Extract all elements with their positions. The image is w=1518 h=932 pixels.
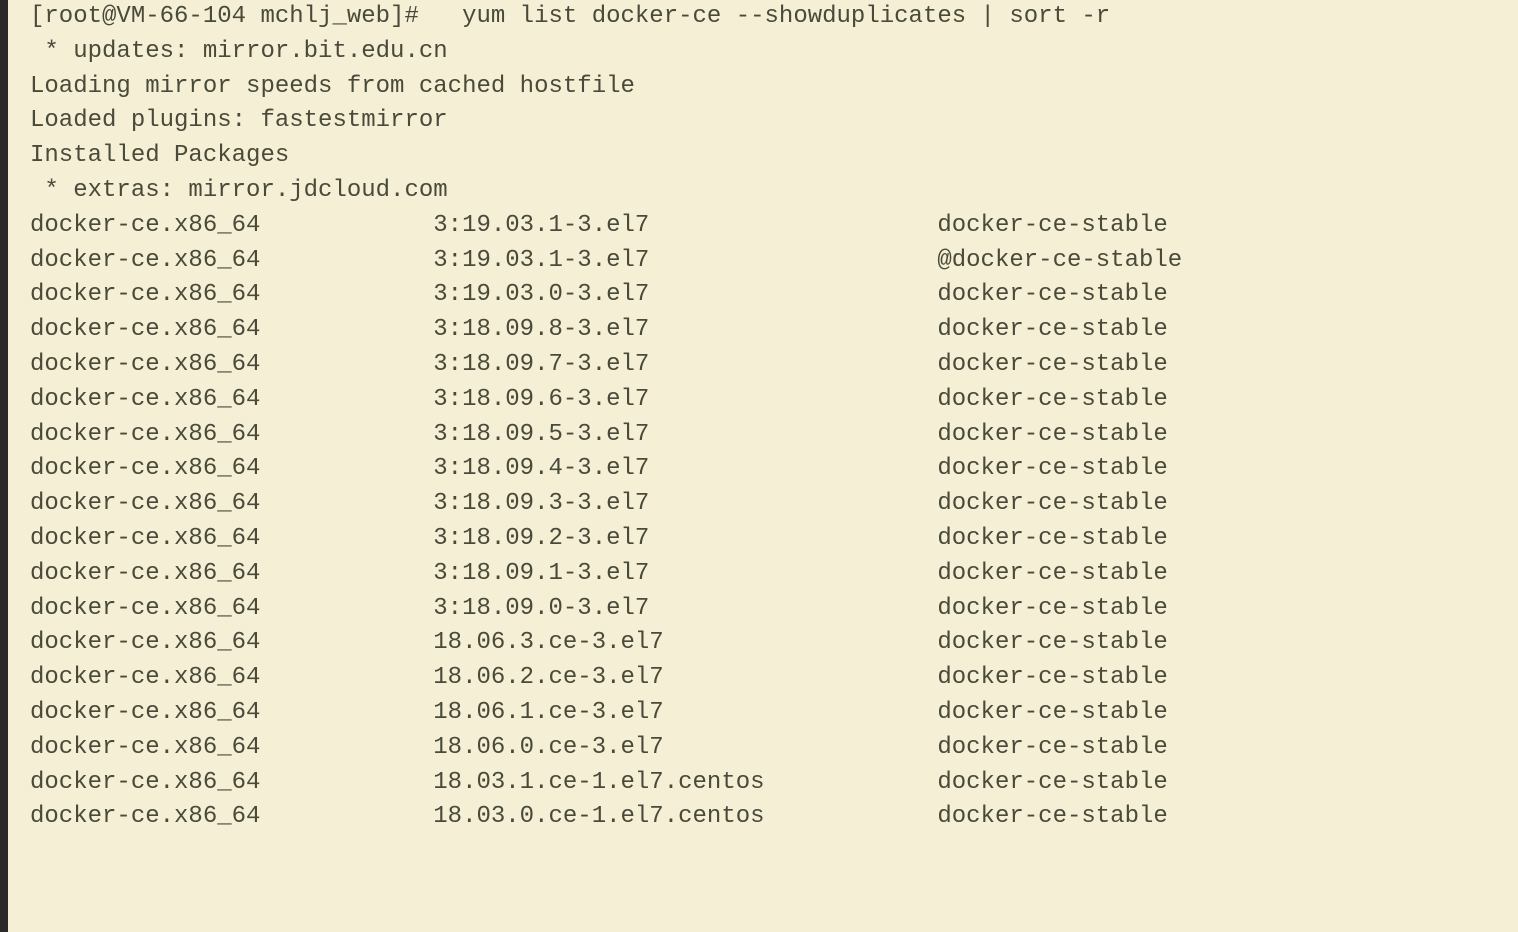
package-name: docker-ce.x86_64 xyxy=(30,452,433,487)
terminal-window[interactable]: [root@VM-66-104 mchlj_web]# yum list doc… xyxy=(0,0,1518,932)
output-line: Loading mirror speeds from cached hostfi… xyxy=(30,70,1518,105)
package-version: 3:18.09.1-3.el7 xyxy=(433,557,937,592)
editor-gutter xyxy=(0,0,8,932)
package-repo: docker-ce-stable xyxy=(937,522,1167,557)
package-row: docker-ce.x86_6418.03.1.ce-1.el7.centosd… xyxy=(30,766,1518,801)
package-name: docker-ce.x86_64 xyxy=(30,418,433,453)
package-row: docker-ce.x86_6418.06.1.ce-3.el7docker-c… xyxy=(30,696,1518,731)
package-row: docker-ce.x86_6418.06.3.ce-3.el7docker-c… xyxy=(30,626,1518,661)
package-name: docker-ce.x86_64 xyxy=(30,557,433,592)
package-name: docker-ce.x86_64 xyxy=(30,383,433,418)
package-row: docker-ce.x86_6418.06.0.ce-3.el7docker-c… xyxy=(30,731,1518,766)
package-name: docker-ce.x86_64 xyxy=(30,731,433,766)
package-row: docker-ce.x86_643:18.09.3-3.el7docker-ce… xyxy=(30,487,1518,522)
package-row: docker-ce.x86_643:19.03.1-3.el7@docker-c… xyxy=(30,244,1518,279)
package-version: 3:19.03.1-3.el7 xyxy=(433,209,937,244)
package-name: docker-ce.x86_64 xyxy=(30,209,433,244)
package-repo: docker-ce-stable xyxy=(937,800,1167,835)
package-repo: docker-ce-stable xyxy=(937,557,1167,592)
package-version: 18.06.3.ce-3.el7 xyxy=(433,626,937,661)
command-prompt-line: [root@VM-66-104 mchlj_web]# yum list doc… xyxy=(30,0,1518,35)
package-repo: docker-ce-stable xyxy=(937,348,1167,383)
package-row: docker-ce.x86_6418.06.2.ce-3.el7docker-c… xyxy=(30,661,1518,696)
output-line: * updates: mirror.bit.edu.cn xyxy=(30,35,1518,70)
package-version: 3:18.09.5-3.el7 xyxy=(433,418,937,453)
package-name: docker-ce.x86_64 xyxy=(30,313,433,348)
output-line: Installed Packages xyxy=(30,139,1518,174)
package-name: docker-ce.x86_64 xyxy=(30,661,433,696)
package-row: docker-ce.x86_643:18.09.1-3.el7docker-ce… xyxy=(30,557,1518,592)
package-row: docker-ce.x86_643:18.09.7-3.el7docker-ce… xyxy=(30,348,1518,383)
package-row: docker-ce.x86_643:18.09.2-3.el7docker-ce… xyxy=(30,522,1518,557)
package-repo: docker-ce-stable xyxy=(937,487,1167,522)
package-version: 3:18.09.2-3.el7 xyxy=(433,522,937,557)
package-version: 3:18.09.3-3.el7 xyxy=(433,487,937,522)
package-repo: docker-ce-stable xyxy=(937,626,1167,661)
package-version: 18.03.1.ce-1.el7.centos xyxy=(433,766,937,801)
package-version: 18.06.2.ce-3.el7 xyxy=(433,661,937,696)
package-repo: @docker-ce-stable xyxy=(937,244,1182,279)
package-row: docker-ce.x86_643:19.03.0-3.el7docker-ce… xyxy=(30,278,1518,313)
package-repo: docker-ce-stable xyxy=(937,696,1167,731)
package-repo: docker-ce-stable xyxy=(937,418,1167,453)
package-name: docker-ce.x86_64 xyxy=(30,244,433,279)
package-row: docker-ce.x86_643:18.09.0-3.el7docker-ce… xyxy=(30,592,1518,627)
package-version: 3:18.09.4-3.el7 xyxy=(433,452,937,487)
package-row: docker-ce.x86_643:18.09.4-3.el7docker-ce… xyxy=(30,452,1518,487)
package-name: docker-ce.x86_64 xyxy=(30,522,433,557)
package-name: docker-ce.x86_64 xyxy=(30,278,433,313)
package-version: 3:19.03.0-3.el7 xyxy=(433,278,937,313)
package-repo: docker-ce-stable xyxy=(937,278,1167,313)
package-version: 3:18.09.8-3.el7 xyxy=(433,313,937,348)
package-version: 18.06.0.ce-3.el7 xyxy=(433,731,937,766)
package-name: docker-ce.x86_64 xyxy=(30,626,433,661)
package-version: 3:18.09.6-3.el7 xyxy=(433,383,937,418)
output-line: * extras: mirror.jdcloud.com xyxy=(30,174,1518,209)
package-row: docker-ce.x86_643:18.09.5-3.el7docker-ce… xyxy=(30,418,1518,453)
output-line: Loaded plugins: fastestmirror xyxy=(30,104,1518,139)
package-name: docker-ce.x86_64 xyxy=(30,696,433,731)
package-name: docker-ce.x86_64 xyxy=(30,766,433,801)
package-version: 3:19.03.1-3.el7 xyxy=(433,244,937,279)
package-version: 18.03.0.ce-1.el7.centos xyxy=(433,800,937,835)
package-repo: docker-ce-stable xyxy=(937,592,1167,627)
package-name: docker-ce.x86_64 xyxy=(30,800,433,835)
package-name: docker-ce.x86_64 xyxy=(30,592,433,627)
package-name: docker-ce.x86_64 xyxy=(30,487,433,522)
package-row: docker-ce.x86_643:19.03.1-3.el7docker-ce… xyxy=(30,209,1518,244)
package-version: 18.06.1.ce-3.el7 xyxy=(433,696,937,731)
package-repo: docker-ce-stable xyxy=(937,661,1167,696)
package-repo: docker-ce-stable xyxy=(937,452,1167,487)
package-repo: docker-ce-stable xyxy=(937,383,1167,418)
package-repo: docker-ce-stable xyxy=(937,209,1167,244)
package-version: 3:18.09.0-3.el7 xyxy=(433,592,937,627)
package-repo: docker-ce-stable xyxy=(937,313,1167,348)
package-row: docker-ce.x86_643:18.09.8-3.el7docker-ce… xyxy=(30,313,1518,348)
package-repo: docker-ce-stable xyxy=(937,766,1167,801)
package-repo: docker-ce-stable xyxy=(937,731,1167,766)
package-name: docker-ce.x86_64 xyxy=(30,348,433,383)
package-version: 3:18.09.7-3.el7 xyxy=(433,348,937,383)
package-row: docker-ce.x86_643:18.09.6-3.el7docker-ce… xyxy=(30,383,1518,418)
package-row: docker-ce.x86_6418.03.0.ce-1.el7.centosd… xyxy=(30,800,1518,835)
